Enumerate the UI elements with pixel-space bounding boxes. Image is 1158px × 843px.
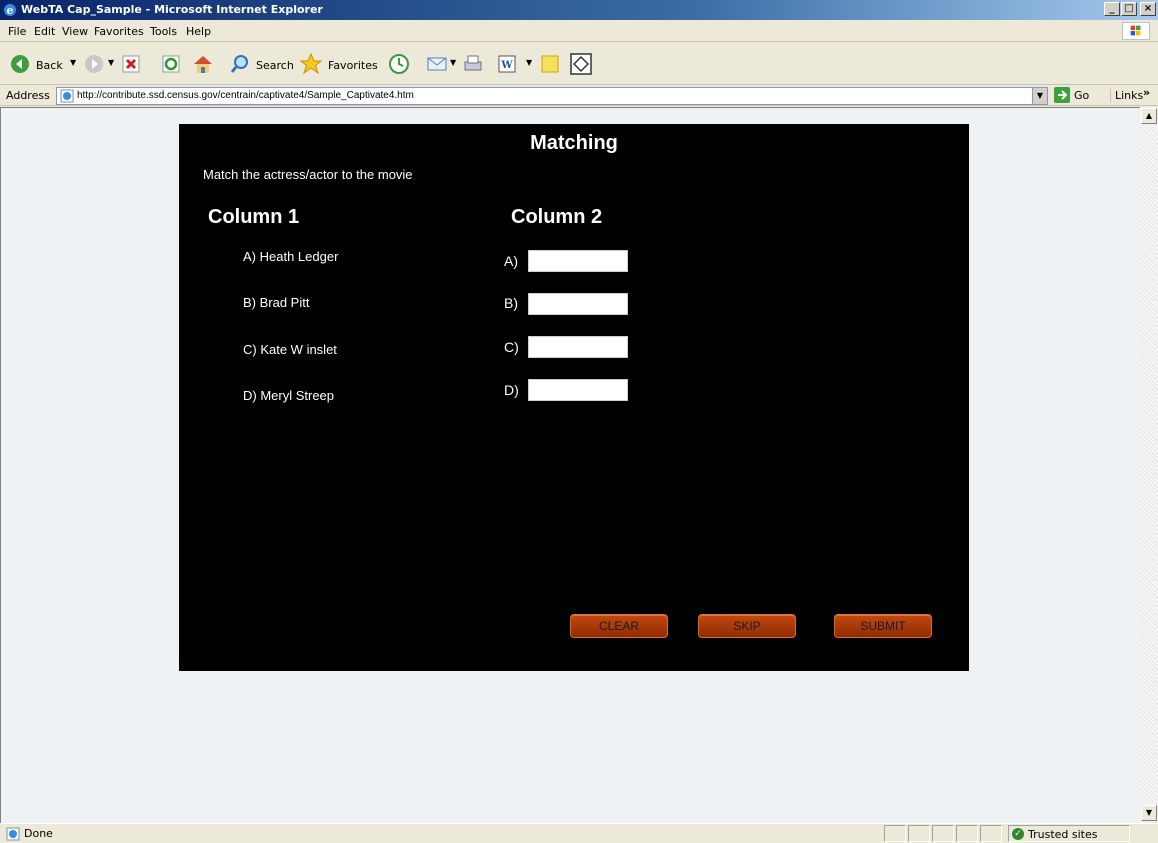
answer-input-a[interactable] [528,250,628,272]
word-edit-icon[interactable]: W [498,55,516,73]
mail-dropdown-icon[interactable]: ▼ [450,58,456,67]
refresh-icon[interactable] [162,55,180,73]
links-chevron-icon[interactable]: » [1143,86,1150,99]
menu-edit[interactable]: Edit [34,25,55,38]
print-icon[interactable] [462,54,484,74]
menu-favorites[interactable]: Favorites [94,25,144,38]
note-icon[interactable] [540,54,560,74]
answer-input-b[interactable] [528,293,628,315]
answer-input-c[interactable] [528,336,628,358]
scroll-down-icon[interactable]: ▼ [1141,805,1157,821]
window-title-bar: e WebTA Cap_Sample - Microsoft Internet … [0,0,1158,20]
page-icon [60,89,74,103]
go-arrow-icon[interactable] [1054,87,1070,103]
skip-button[interactable]: SKIP [698,614,796,638]
status-pane [980,825,1002,842]
history-icon[interactable] [388,53,410,75]
scroll-up-icon[interactable]: ▲ [1141,108,1157,124]
toolbar: Back ▼ ▼ Search Favorites ▼ W ▼ [0,43,1158,85]
column2-header: Column 2 [511,206,603,228]
home-icon[interactable] [192,53,214,75]
status-text: Done [24,827,53,840]
page-status-icon [6,827,20,841]
minimize-button[interactable]: _ [1104,2,1120,16]
address-dropdown-icon[interactable]: ▼ [1032,88,1047,104]
go-button[interactable]: Go [1054,87,1100,105]
messenger-icon[interactable] [570,53,592,75]
status-pane [884,825,906,842]
go-label[interactable]: Go [1074,89,1089,102]
forward-dropdown-icon[interactable]: ▼ [108,58,114,67]
quiz-instruction: Match the actress/actor to the movie [203,167,413,182]
ie-icon: e [4,4,16,17]
forward-arrow-icon[interactable] [84,54,104,74]
trusted-check-icon: ✓ [1012,828,1024,840]
stop-icon[interactable] [122,55,140,73]
column1-item: A) Heath Ledger [243,249,339,264]
answer-input-d[interactable] [528,379,628,401]
answer-label-d: D) [504,382,519,398]
answer-label-a: A) [504,253,518,269]
links-button[interactable]: Links [1110,89,1143,102]
address-input[interactable]: http://contribute.ssd.census.gov/centrai… [56,87,1048,105]
address-label: Address [6,89,50,102]
quiz-title: Matching [530,132,618,154]
windows-logo-icon [1122,22,1150,40]
edit-dropdown-icon[interactable]: ▼ [526,58,532,67]
answer-label-c: C) [504,339,519,355]
address-bar: Address http://contribute.ssd.census.gov… [0,86,1158,106]
status-pane [956,825,978,842]
maximize-button[interactable]: □ [1121,2,1137,16]
vertical-scrollbar[interactable]: ▲ ▼ [1140,107,1158,823]
close-button[interactable]: × [1140,2,1156,16]
status-pane [908,825,930,842]
favorites-button-label[interactable]: Favorites [328,59,378,72]
address-url[interactable]: http://contribute.ssd.census.gov/centrai… [77,90,414,101]
submit-button[interactable]: SUBMIT [834,614,932,638]
clear-button[interactable]: CLEAR [570,614,668,638]
column1-item: C) Kate W inslet [243,342,337,357]
svg-text:W: W [500,60,513,71]
answer-label-b: B) [504,295,518,311]
back-dropdown-icon[interactable]: ▼ [70,58,76,67]
status-bar: Done ✓ Trusted sites [0,823,1158,843]
search-icon[interactable] [230,54,250,74]
svg-text:e: e [7,4,14,17]
quiz-stage: Matching Match the actress/actor to the … [179,124,969,671]
back-arrow-icon[interactable] [10,54,30,74]
search-button-label[interactable]: Search [256,59,294,72]
column1-header: Column 1 [208,206,300,228]
favorites-star-icon[interactable] [300,53,322,75]
mail-icon[interactable] [426,54,448,74]
menu-tools[interactable]: Tools [150,25,177,38]
menu-file[interactable]: File [8,25,26,38]
menu-bar: File Edit View Favorites Tools Help [0,20,1158,42]
menu-help[interactable]: Help [186,25,211,38]
window-title: WebTA Cap_Sample - Microsoft Internet Ex… [21,3,323,16]
column1-item: B) Brad Pitt [243,295,310,310]
menu-view[interactable]: View [62,25,88,38]
security-zone-label: Trusted sites [1028,828,1098,841]
back-button-label[interactable]: Back [36,59,63,72]
status-pane [932,825,954,842]
security-zone[interactable]: ✓ Trusted sites [1008,825,1130,842]
column1-item: D) Meryl Streep [243,388,335,403]
